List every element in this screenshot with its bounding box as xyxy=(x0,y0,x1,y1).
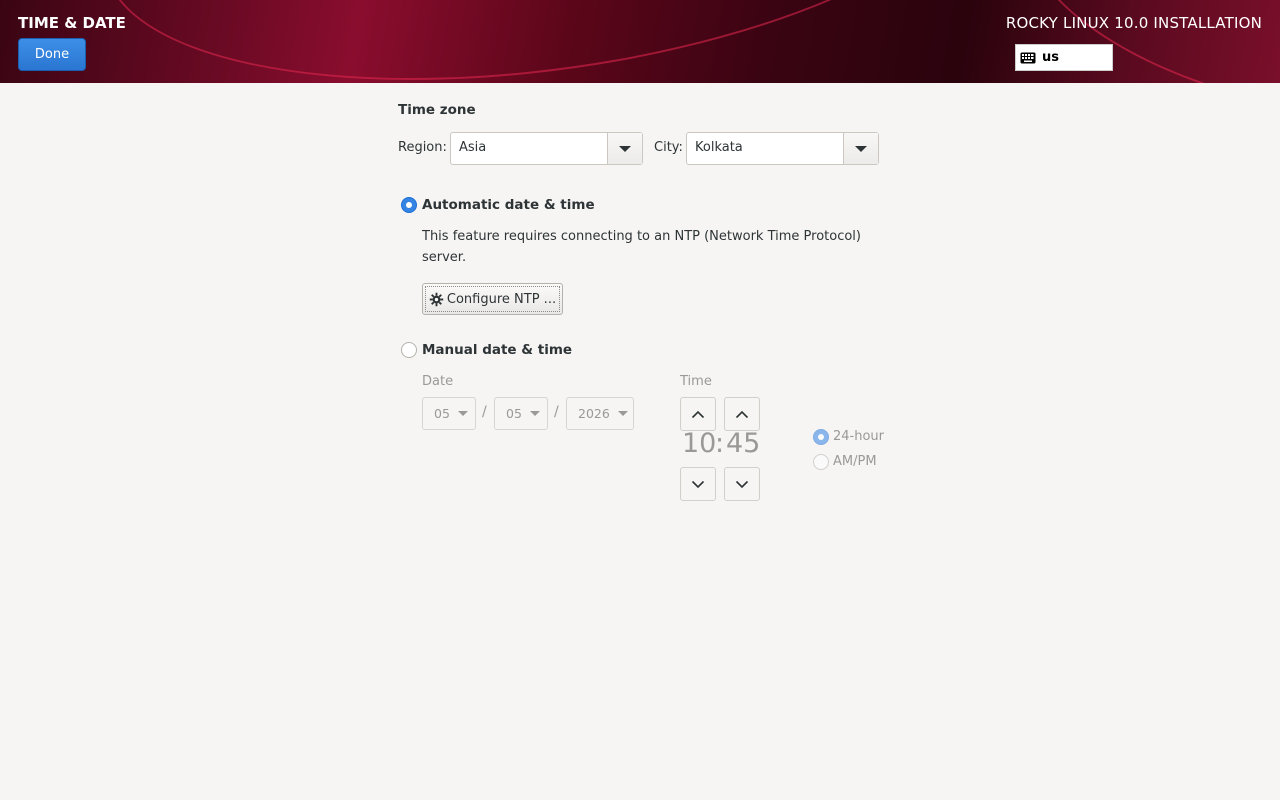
keyboard-layout-indicator[interactable]: us xyxy=(1015,44,1113,71)
minutes-down-button[interactable] xyxy=(724,467,760,501)
manual-radio[interactable] xyxy=(401,342,417,358)
chevron-down-icon xyxy=(619,145,631,152)
month-value: 05 xyxy=(434,406,450,421)
product-title: ROCKY LINUX 10.0 INSTALLATION xyxy=(1005,14,1262,32)
configure-ntp-label: Configure NTP ... xyxy=(446,291,557,307)
keyboard-layout-label: us xyxy=(1042,50,1059,65)
city-value[interactable]: Kolkata xyxy=(687,133,843,164)
chevron-up-icon xyxy=(735,410,749,418)
date-label: Date xyxy=(422,374,454,389)
city-dropdown-button[interactable] xyxy=(843,133,878,164)
chevron-down-icon xyxy=(617,411,628,416)
month-combo[interactable]: 05 xyxy=(422,397,476,430)
minutes-display: 45 xyxy=(726,428,761,459)
hours-down-button[interactable] xyxy=(680,467,716,501)
region-dropdown-button[interactable] xyxy=(607,133,642,164)
header-bar: TIME & DATE Done ROCKY LINUX 10.0 INSTAL… xyxy=(0,0,1280,83)
time-separator: : xyxy=(715,428,725,459)
manual-label[interactable]: Manual date & time xyxy=(422,342,572,358)
ntp-description-line2: server. xyxy=(422,250,467,265)
date-separator: / xyxy=(554,404,559,420)
format-ampm-radio[interactable] xyxy=(813,454,829,470)
date-separator: / xyxy=(482,404,487,420)
chevron-down-icon xyxy=(735,480,749,488)
keyboard-icon xyxy=(1020,52,1036,63)
ntp-description-line1: This feature requires connecting to an N… xyxy=(422,229,861,244)
timezone-title: Time zone xyxy=(398,102,476,118)
day-value: 05 xyxy=(506,406,522,421)
done-button[interactable]: Done xyxy=(18,38,86,71)
city-combo[interactable]: Kolkata xyxy=(686,132,879,165)
time-label: Time xyxy=(680,374,712,389)
chevron-down-icon xyxy=(529,411,540,416)
region-value[interactable]: Asia xyxy=(451,133,607,164)
city-label: City: xyxy=(654,140,683,155)
hours-display: 10 xyxy=(682,428,717,459)
region-label: Region: xyxy=(398,140,447,155)
year-value: 2026 xyxy=(578,406,610,421)
format-24-hour-label[interactable]: 24-hour xyxy=(833,429,884,444)
chevron-down-icon xyxy=(457,411,468,416)
format-24-hour-radio[interactable] xyxy=(813,429,829,445)
year-combo[interactable]: 2026 xyxy=(566,397,634,430)
configure-ntp-button[interactable]: Configure NTP ... xyxy=(422,283,563,315)
chevron-up-icon xyxy=(691,410,705,418)
gear-icon xyxy=(429,292,444,306)
hours-up-button[interactable] xyxy=(680,397,716,431)
header-decoration xyxy=(81,0,1019,83)
day-combo[interactable]: 05 xyxy=(494,397,548,430)
chevron-down-icon xyxy=(855,145,867,152)
spoke-title: TIME & DATE xyxy=(18,14,126,32)
minutes-up-button[interactable] xyxy=(724,397,760,431)
format-ampm-label[interactable]: AM/PM xyxy=(833,454,877,469)
automatic-label[interactable]: Automatic date & time xyxy=(422,197,595,213)
region-combo[interactable]: Asia xyxy=(450,132,643,165)
automatic-radio[interactable] xyxy=(401,197,417,213)
chevron-down-icon xyxy=(691,480,705,488)
